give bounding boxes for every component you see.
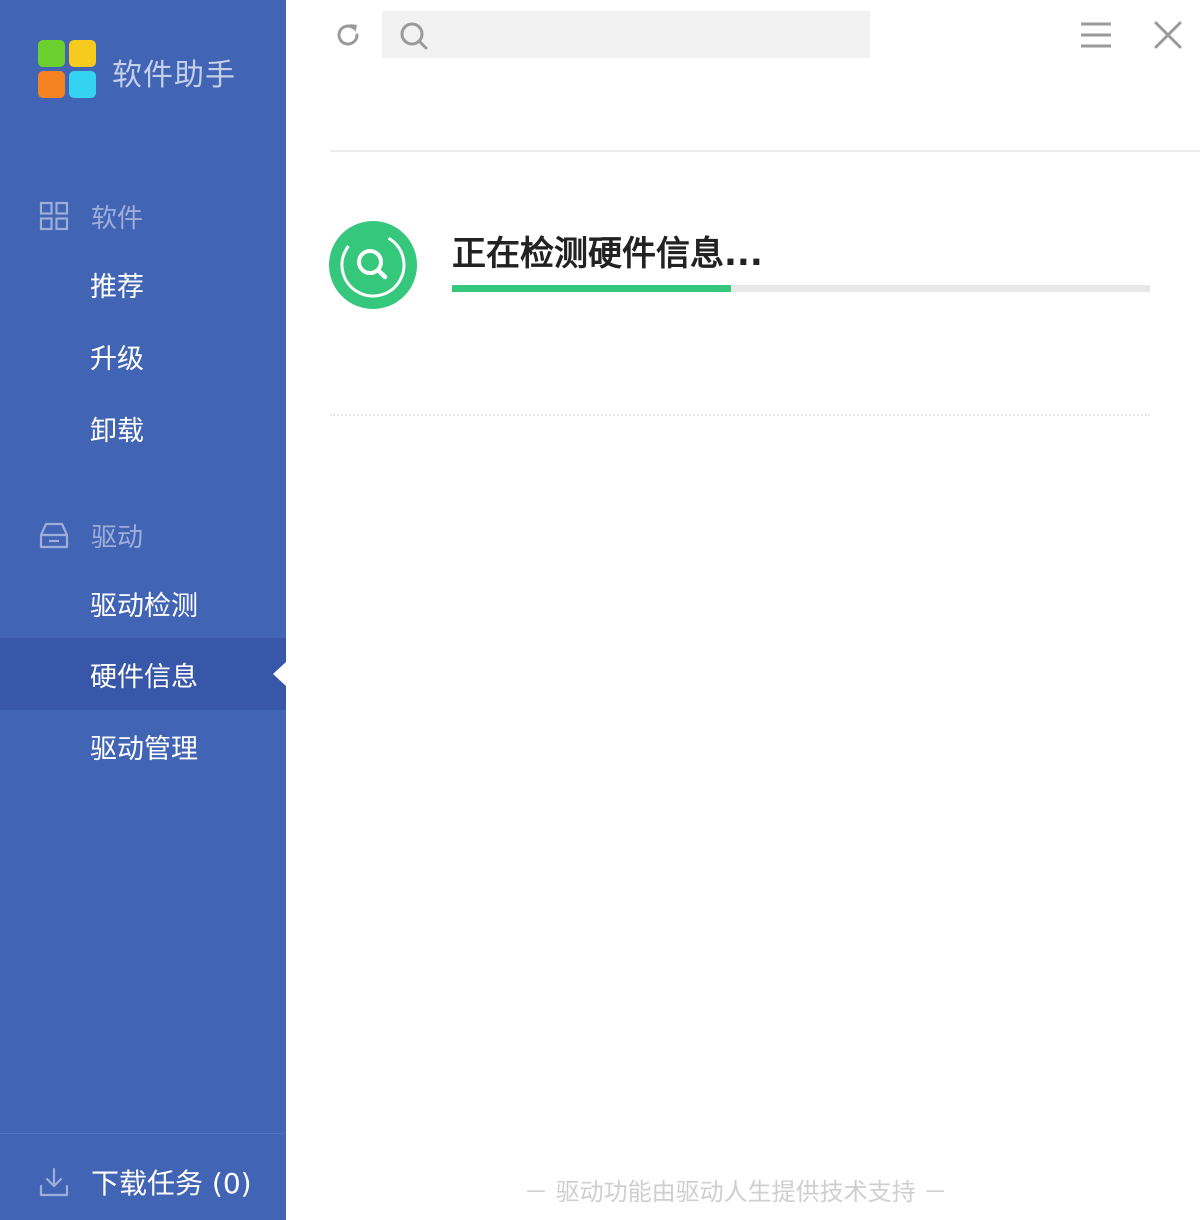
- footer-credit: － 驱动功能由驱动人生提供技术支持 －: [524, 1178, 948, 1206]
- refresh-icon: [337, 24, 359, 46]
- section-driver-header: 驱动: [38, 515, 143, 555]
- search-bar[interactable]: [382, 11, 870, 60]
- close-icon: [1154, 21, 1182, 49]
- sidebar-divider: [0, 1133, 286, 1134]
- sidebar-item-driver-manage[interactable]: 驱动管理: [0, 710, 286, 782]
- section-driver-label: 驱动: [91, 522, 144, 553]
- app-title: 软件助手: [112, 58, 236, 93]
- menu-button[interactable]: [1078, 17, 1114, 53]
- sidebar-item-uninstall[interactable]: 卸载: [0, 392, 286, 464]
- download-tasks-label: 下载任务 (0): [91, 1167, 252, 1200]
- sidebar-item-upgrade[interactable]: 升级: [0, 320, 286, 392]
- section-software-label: 软件: [91, 203, 144, 234]
- sidebar-item-label: 推荐: [90, 271, 144, 303]
- download-tasks-button[interactable]: 下载任务 (0): [38, 1160, 252, 1204]
- hard-drive-icon: [39, 522, 69, 549]
- status-title: 正在检测硬件信息...: [452, 234, 763, 274]
- sidebar-item-label: 硬件信息: [90, 661, 198, 693]
- sidebar: 软件助手 软件 推荐 升级 卸载 驱动 驱动检测 硬件信息 驱动管理 下载任务 …: [0, 0, 286, 1220]
- download-icon: [39, 1167, 69, 1197]
- sidebar-item-label: 驱动检测: [90, 590, 198, 622]
- hamburger-menu-icon: [1081, 22, 1111, 48]
- search-icon: [400, 22, 428, 50]
- progress-bar: [452, 285, 1150, 292]
- sidebar-item-label: 卸载: [90, 415, 144, 447]
- toolbar-divider: [330, 150, 1200, 152]
- content-divider: [330, 414, 1150, 416]
- progress-fill: [452, 285, 732, 292]
- search-input[interactable]: [442, 11, 856, 60]
- app-logo: [38, 40, 96, 98]
- sidebar-item-recommend[interactable]: 推荐: [0, 248, 286, 320]
- close-button[interactable]: [1150, 17, 1186, 53]
- refresh-button[interactable]: [330, 17, 366, 53]
- sidebar-item-driver-detect[interactable]: 驱动检测: [0, 567, 286, 639]
- sidebar-item-label: 升级: [90, 343, 144, 375]
- sidebar-item-label: 驱动管理: [90, 733, 198, 765]
- grid-icon: [39, 201, 69, 231]
- sidebar-item-hardware-info[interactable]: 硬件信息: [0, 638, 286, 710]
- section-software-header: 软件: [38, 196, 143, 236]
- scanning-icon: [329, 221, 417, 309]
